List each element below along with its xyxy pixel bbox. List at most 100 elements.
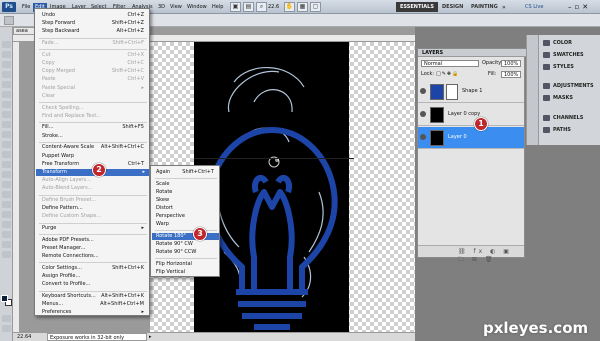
layer-name[interactable]: Layer 0 copy (448, 111, 480, 117)
submenu-item-again[interactable]: Again Shift+Ctrl+T (156, 169, 218, 176)
menu-item-auto-blend-layers[interactable]: Auto-Blend Layers... (42, 185, 148, 192)
layer-footer-icons[interactable]: ⛓ fx ◐ ▣ 🗀 ⊞ 🗑 (458, 248, 524, 265)
crop-tool-icon[interactable] (2, 81, 11, 88)
path-select-tool-icon[interactable] (2, 201, 11, 208)
menu-item-fill[interactable]: Fill... Shift+F5 (42, 124, 148, 131)
layers-tab[interactable]: LAYERS (418, 49, 526, 57)
menu-item-remote-connections[interactable]: Remote Connections... (42, 253, 148, 260)
window-controls[interactable]: –▫✕ (568, 2, 591, 12)
tool-preset-icon[interactable] (4, 16, 14, 25)
menu-item-adobe-pdf-presets[interactable]: Adobe PDF Presets... (42, 237, 148, 244)
menu-item-auto-align-layers[interactable]: Auto-Align Layers... (42, 177, 148, 184)
history-brush-tool-icon[interactable] (2, 131, 11, 138)
submenu-item-distort[interactable]: Distort (156, 205, 218, 212)
menu-item-clear[interactable]: Clear (42, 93, 148, 100)
bridge-icon[interactable]: ▣ (230, 2, 241, 12)
status-zoom[interactable]: 22.64 (17, 333, 31, 341)
screen-mode-icon[interactable]: ▢ (310, 2, 321, 12)
menu-item-step-backward[interactable]: Step Backward Alt+Ctrl+Z (42, 28, 148, 35)
healing-tool-icon[interactable] (2, 101, 11, 108)
lasso-tool-icon[interactable] (2, 61, 11, 68)
dock-swatches[interactable]: SWATCHES (541, 50, 599, 60)
eraser-tool-icon[interactable] (2, 141, 11, 148)
menu-item-puppet-warp[interactable]: Puppet Warp (42, 153, 148, 160)
eye-icon[interactable] (420, 88, 426, 94)
menu-item-paste-special[interactable]: Paste Special ▸ (42, 85, 148, 92)
ruler-vertical[interactable] (13, 42, 20, 332)
menu-item-preferences[interactable]: Preferences ▸ (42, 309, 148, 316)
move-tool-icon[interactable] (2, 41, 11, 48)
gradient-tool-icon[interactable] (2, 151, 11, 158)
opacity-field[interactable]: 100% (501, 60, 521, 67)
menu-view[interactable]: View (168, 3, 184, 12)
layer-row-layer-0-copy[interactable]: Layer 0 copy (418, 104, 524, 126)
dock-styles[interactable]: STYLES (541, 62, 599, 72)
menu-window[interactable]: Window (185, 3, 209, 12)
layer-row-shape-1[interactable]: Shape 1 (418, 81, 524, 103)
menu-item-find-and-replace-text[interactable]: Find and Replace Text... (42, 113, 148, 120)
submenu-item-rotate-90-cw[interactable]: Rotate 90° CW (156, 241, 218, 248)
zoom-readout[interactable]: 22.6 (268, 3, 279, 12)
status-arrow-icon[interactable]: ▸ (149, 333, 152, 341)
submenu-item-warp[interactable]: Warp (156, 221, 218, 228)
menu-3d[interactable]: 3D (156, 3, 167, 12)
menu-item-define-brush-preset[interactable]: Define Brush Preset... (42, 197, 148, 204)
shape-tool-icon[interactable] (2, 211, 11, 218)
menu-item-stroke[interactable]: Stroke... (42, 133, 148, 140)
dock-masks[interactable]: MASKS (541, 93, 599, 103)
menu-item-menus[interactable]: Menus... Alt+Shift+Ctrl+M (42, 301, 148, 308)
submenu-item-rotate-180[interactable]: Rotate 180° (152, 233, 219, 240)
menu-file[interactable]: File (20, 3, 32, 12)
submenu-item-rotate-90-ccw[interactable]: Rotate 90° CCW (156, 249, 218, 256)
3d-camera-tool-icon[interactable] (2, 231, 11, 238)
dodge-tool-icon[interactable] (2, 171, 11, 178)
fill-field[interactable]: 100% (501, 71, 521, 78)
foreground-color-swatch[interactable] (1, 295, 8, 302)
menu-item-copy-merged[interactable]: Copy Merged Shift+Ctrl+C (42, 68, 148, 75)
hand-tool-icon[interactable] (2, 241, 11, 248)
submenu-item-perspective[interactable]: Perspective (156, 213, 218, 220)
hand-icon[interactable]: ✋ (284, 2, 295, 12)
menu-item-purge[interactable]: Purge ▸ (42, 225, 148, 232)
submenu-item-skew[interactable]: Skew (156, 197, 218, 204)
arrange-documents-icon[interactable]: ▦ (297, 2, 308, 12)
layer-name[interactable]: Layer 0 (448, 134, 467, 140)
zoom-tool-icon[interactable] (2, 251, 11, 258)
eye-icon[interactable] (420, 111, 426, 117)
menu-item-define-pattern[interactable]: Define Pattern... (42, 205, 148, 212)
lock-icons[interactable]: □✎✥🔒 (436, 71, 459, 78)
marquee-tool-icon[interactable] (2, 51, 11, 58)
dock-adjustments[interactable]: ADJUSTMENTS (541, 81, 599, 91)
dock-color[interactable]: COLOR (541, 38, 599, 48)
menu-item-paste[interactable]: Paste Ctrl+V (42, 76, 148, 83)
quick-select-tool-icon[interactable] (2, 71, 11, 78)
screen-mode-tool-icon[interactable] (2, 325, 11, 332)
menu-item-define-custom-shape[interactable]: Define Custom Shape... (42, 213, 148, 220)
submenu-item-rotate[interactable]: Rotate (156, 189, 218, 196)
pen-tool-icon[interactable] (2, 181, 11, 188)
menu-item-color-settings[interactable]: Color Settings... Shift+Ctrl+K (42, 265, 148, 272)
dock-channels[interactable]: CHANNELS (541, 113, 599, 123)
zoom-level-icon[interactable]: ⌕ (256, 2, 267, 12)
cs-live-button[interactable]: CS Live (525, 3, 543, 12)
eyedropper-tool-icon[interactable] (2, 91, 11, 98)
layer-name[interactable]: Shape 1 (462, 88, 482, 94)
menu-item-content-aware-scale[interactable]: Content-Aware Scale Alt+Shift+Ctrl+C (42, 144, 148, 151)
menu-item-copy[interactable]: Copy Ctrl+C (42, 60, 148, 67)
menu-item-preset-manager[interactable]: Preset Manager... (42, 245, 148, 252)
menu-item-fade[interactable]: Fade... Shift+Ctrl+F (42, 40, 148, 47)
menu-item-check-spelling[interactable]: Check Spelling... (42, 105, 148, 112)
eye-icon[interactable] (420, 134, 426, 140)
blend-mode-select[interactable]: Normal (421, 60, 479, 67)
3d-rotate-tool-icon[interactable] (2, 221, 11, 228)
menu-help[interactable]: Help (210, 3, 225, 12)
submenu-item-flip-horizontal[interactable]: Flip Horizontal (156, 261, 218, 268)
quick-mask-icon[interactable] (2, 315, 11, 322)
mini-bridge-icon[interactable]: ▤ (243, 2, 254, 12)
menu-item-step-forward[interactable]: Step Forward Shift+Ctrl+Z (42, 20, 148, 27)
menu-item-cut[interactable]: Cut Ctrl+X (42, 52, 148, 59)
workspace-essentials-button[interactable]: ESSENTIALS (396, 2, 438, 12)
dock-paths[interactable]: PATHS (541, 125, 599, 135)
workspace-painting-button[interactable]: PAINTING (467, 2, 502, 12)
layer-row-layer-0[interactable]: Layer 0 (418, 127, 524, 149)
